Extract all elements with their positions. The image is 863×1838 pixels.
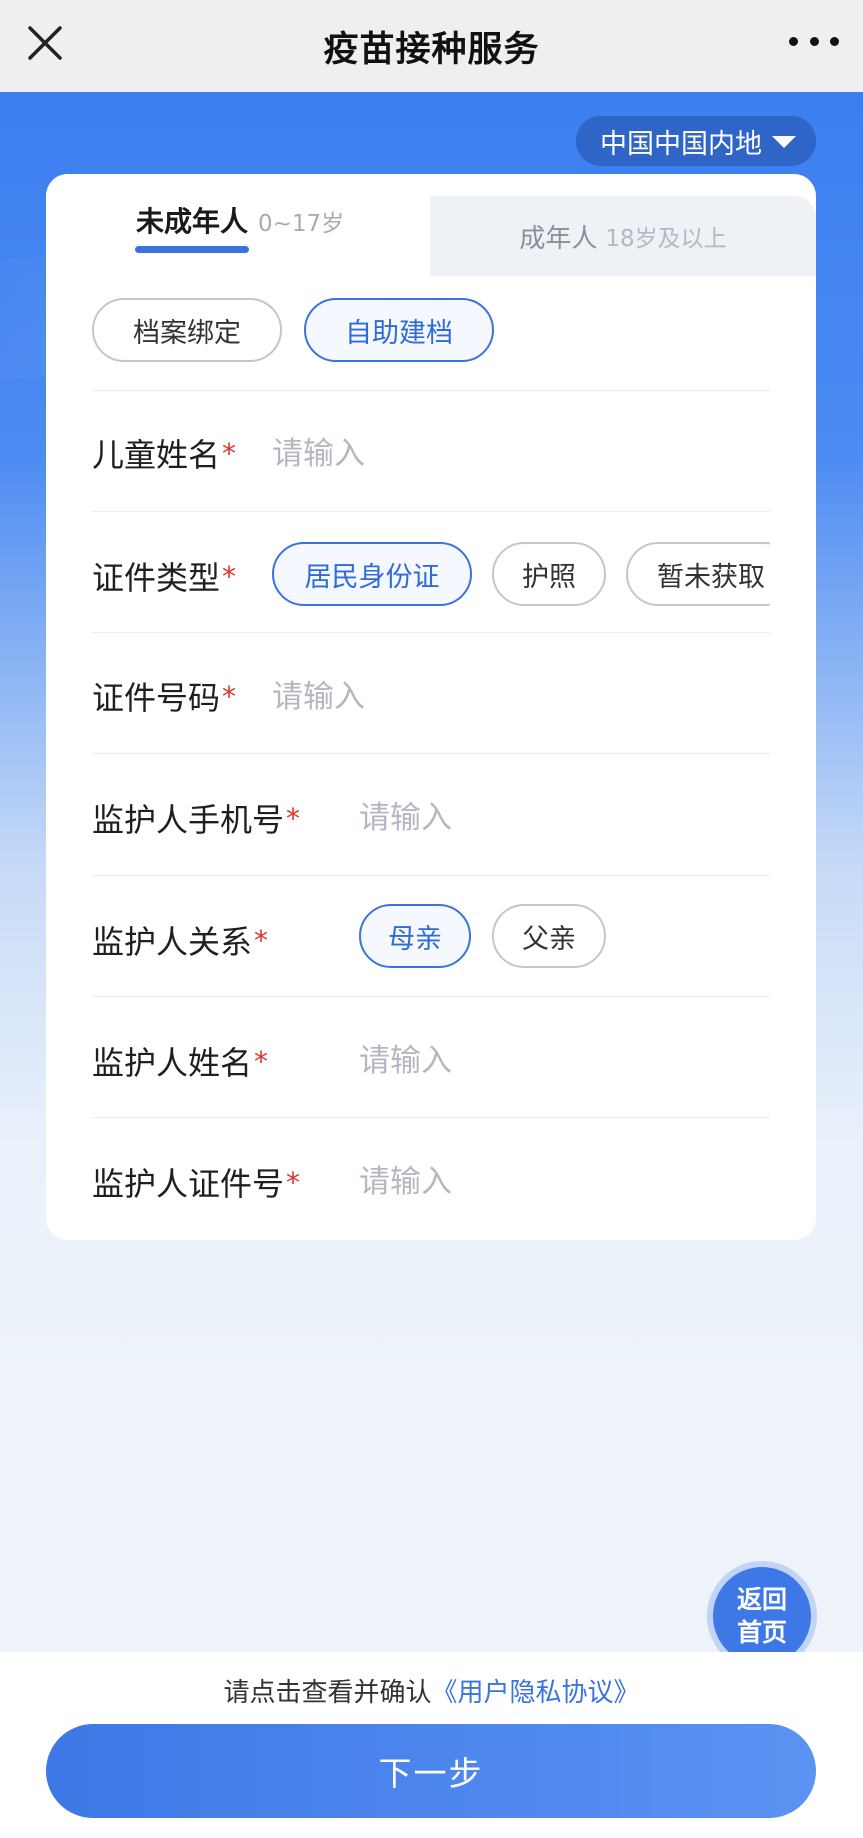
id-type-passport-button[interactable]: 护照 (492, 542, 606, 606)
next-step-button[interactable]: 下一步 (46, 1724, 816, 1818)
caret-down-icon (772, 136, 796, 148)
bottom-panel: 请点击查看并确认《用户隐私协议》 下一步 (0, 1652, 863, 1838)
guardian-name-label: 监护人姓名 * (92, 1044, 269, 1082)
more-icon[interactable] (789, 26, 839, 56)
relation-mother-button[interactable]: 母亲 (359, 904, 471, 968)
back-home-button[interactable]: 返回 首页 (713, 1567, 811, 1665)
id-type-resident-id-button[interactable]: 居民身份证 (272, 542, 472, 606)
tab-adult-label: 成年人 (519, 223, 598, 254)
tab-minor[interactable]: 未成年人 0~17岁 (46, 174, 430, 284)
privacy-policy-link[interactable]: 《用户隐私协议》 (432, 1678, 640, 1708)
divider (92, 1117, 770, 1118)
back-home-line2: 首页 (736, 1618, 787, 1647)
guardian-relation-label: 监护人关系 * (92, 923, 269, 961)
divider (92, 390, 770, 391)
guardian-name-input[interactable] (359, 1036, 739, 1086)
tab-minor-label: 未成年人 (136, 205, 249, 238)
region-label: 中国中国内地 (600, 128, 762, 160)
child-name-input[interactable] (272, 429, 652, 479)
guardian-phone-input[interactable] (359, 793, 739, 843)
tab-minor-sub: 0~17岁 (258, 211, 345, 237)
divider (92, 875, 770, 876)
divider (92, 996, 770, 997)
id-number-label: 证件号码 * (92, 679, 237, 717)
mode-archive-bind-button[interactable]: 档案绑定 (92, 298, 282, 362)
close-icon[interactable] (26, 24, 64, 62)
divider (92, 511, 770, 512)
tab-active-indicator (135, 246, 249, 253)
guardian-id-input[interactable] (359, 1157, 739, 1207)
divider (92, 632, 770, 633)
top-bar: 疫苗接种服务 (0, 0, 863, 92)
guardian-phone-label: 监护人手机号 * (92, 801, 301, 839)
tab-adult[interactable]: 成年人 18岁及以上 (430, 196, 816, 276)
privacy-agreement: 请点击查看并确认《用户隐私协议》 (223, 1678, 640, 1708)
mode-self-create-button[interactable]: 自助建档 (304, 298, 494, 362)
guardian-id-label: 监护人证件号 * (92, 1165, 301, 1203)
region-selector[interactable]: 中国中国内地 (576, 116, 816, 166)
id-number-input[interactable] (272, 672, 652, 722)
tab-adult-sub: 18岁及以上 (605, 226, 727, 252)
id-type-options: 居民身份证 护照 暂未获取 (272, 540, 770, 610)
back-home-line1: 返回 (736, 1585, 787, 1614)
page-title: 疫苗接种服务 (323, 29, 540, 70)
relation-father-button[interactable]: 父亲 (492, 904, 606, 968)
id-type-not-obtained-button[interactable]: 暂未获取 (626, 542, 770, 606)
id-type-label: 证件类型 * (92, 559, 237, 597)
divider (92, 753, 770, 754)
child-name-label: 儿童姓名 * (92, 436, 237, 474)
